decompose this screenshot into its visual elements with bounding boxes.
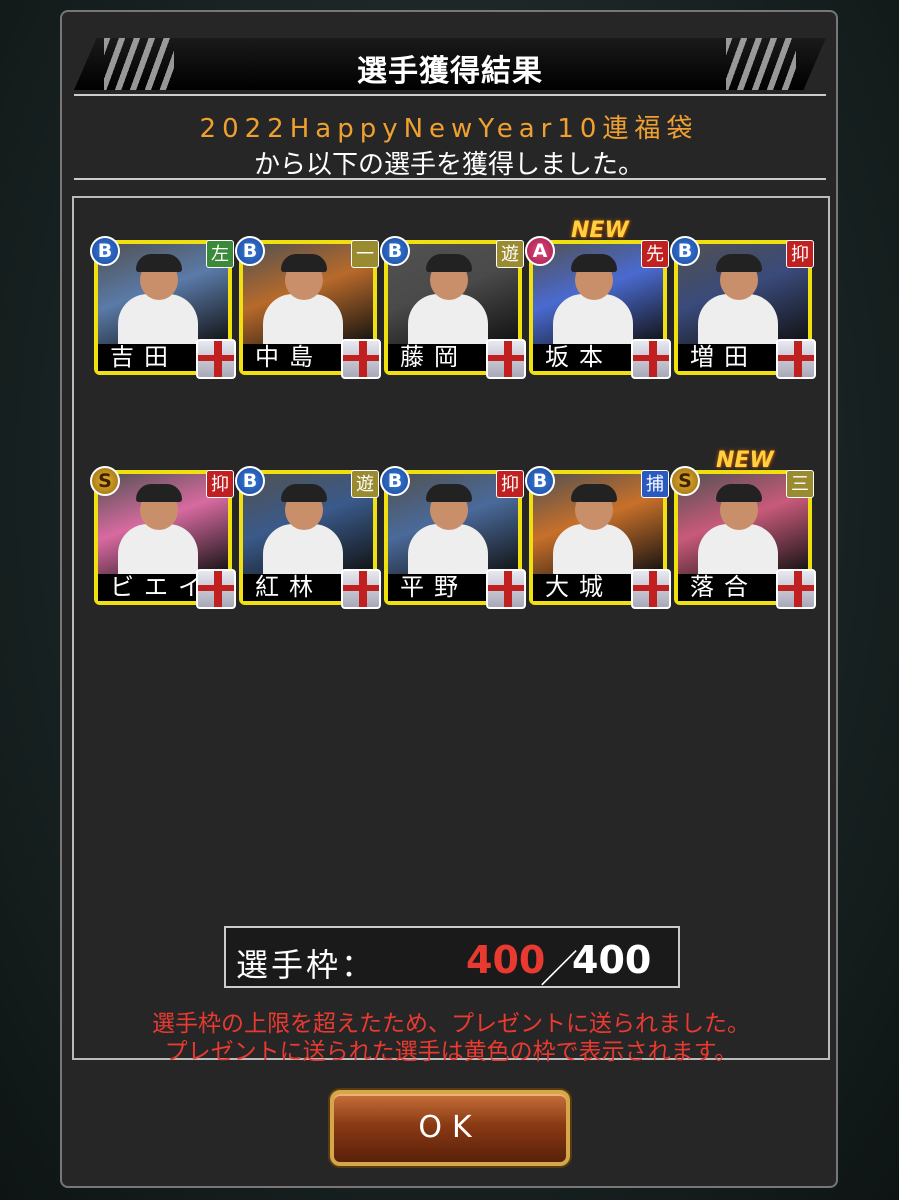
gift-box-icon xyxy=(486,569,526,609)
gift-box-icon xyxy=(631,569,671,609)
divider-bottom xyxy=(74,178,826,180)
player-cap xyxy=(136,484,182,502)
new-badge: NEW xyxy=(716,448,774,473)
player-cap xyxy=(281,254,327,272)
ok-button[interactable]: OK xyxy=(330,1090,570,1166)
player-grid: 吉田B左中島B一藤岡B遊坂本A先NEW増田B抑ビエイラS抑紅林B遊平野B抑大城B… xyxy=(90,218,816,609)
player-jersey xyxy=(263,294,343,344)
player-cap xyxy=(571,484,617,502)
rank-badge: S xyxy=(670,466,700,496)
position-badge: 抑 xyxy=(786,240,814,268)
player-jersey xyxy=(698,294,778,344)
gift-box-icon xyxy=(486,339,526,379)
rank-badge: A xyxy=(525,236,555,266)
slot-label: 選手枠： xyxy=(236,946,377,984)
gift-box-icon xyxy=(196,569,236,609)
position-badge: 三 xyxy=(786,470,814,498)
player-card[interactable]: 紅林 B 遊 xyxy=(235,466,381,609)
rank-badge: B xyxy=(235,236,265,266)
player-card[interactable]: 中島 B 一 xyxy=(235,236,381,379)
player-list-box: 吉田B左中島B一藤岡B遊坂本A先NEW増田B抑ビエイラS抑紅林B遊平野B抑大城B… xyxy=(72,196,830,1065)
player-cap xyxy=(136,254,182,272)
slot-max: 400 xyxy=(572,938,652,982)
position-badge: 捕 xyxy=(641,470,669,498)
position-badge: 左 xyxy=(206,240,234,268)
player-card[interactable]: 増田 B 抑 xyxy=(670,236,816,379)
player-card[interactable]: 大城 B 捕 xyxy=(525,466,671,609)
player-jersey xyxy=(118,524,198,574)
position-badge: 遊 xyxy=(351,470,379,498)
position-badge: 一 xyxy=(351,240,379,268)
gift-box-icon xyxy=(196,339,236,379)
gift-box-icon xyxy=(776,339,816,379)
player-jersey xyxy=(553,524,633,574)
gift-box-icon xyxy=(341,339,381,379)
warning-line-2: プレゼントに送られた選手は黄色の枠で表示されます。 xyxy=(164,1039,738,1065)
acquired-message: から以下の選手を獲得しました。 xyxy=(253,150,644,180)
player-card[interactable]: 坂本 A 先 NEW xyxy=(525,218,671,379)
position-badge: 遊 xyxy=(496,240,524,268)
rank-badge: S xyxy=(90,466,120,496)
player-card[interactable]: 平野 B 抑 xyxy=(380,466,526,609)
title-bar: 選手獲得結果 xyxy=(74,38,826,90)
gift-box-icon xyxy=(631,339,671,379)
divider-top xyxy=(74,94,826,96)
player-card[interactable]: 藤岡 B 遊 xyxy=(380,236,526,379)
position-badge: 先 xyxy=(641,240,669,268)
gift-box-icon xyxy=(776,569,816,609)
player-jersey xyxy=(408,294,488,344)
new-badge: NEW xyxy=(571,218,629,243)
rank-badge: B xyxy=(235,466,265,496)
rank-badge: B xyxy=(525,466,555,496)
gift-box-icon xyxy=(341,569,381,609)
player-jersey xyxy=(118,294,198,344)
rank-badge: B xyxy=(380,236,410,266)
position-badge: 抑 xyxy=(206,470,234,498)
player-cap xyxy=(426,254,472,272)
player-cap xyxy=(571,254,617,272)
event-name: 2022HappyNewYear10連福袋 xyxy=(199,114,699,144)
player-cap xyxy=(426,484,472,502)
dialog-title: 選手獲得結果 xyxy=(357,54,543,89)
player-jersey xyxy=(263,524,343,574)
player-cap xyxy=(716,254,762,272)
slot-current: 400 xyxy=(466,938,546,982)
position-badge: 抑 xyxy=(496,470,524,498)
result-dialog: 選手獲得結果 2022HappyNewYear10連福袋 から以下の選手を獲得し… xyxy=(60,10,838,1188)
rank-badge: B xyxy=(380,466,410,496)
player-slot-counter: 選手枠： 400 ／ 400 xyxy=(224,926,680,991)
player-jersey xyxy=(698,524,778,574)
player-card[interactable]: 落合 S 三 NEW xyxy=(670,448,816,609)
player-jersey xyxy=(553,294,633,344)
rank-badge: B xyxy=(90,236,120,266)
rank-badge: B xyxy=(670,236,700,266)
player-cap xyxy=(281,484,327,502)
player-jersey xyxy=(408,524,488,574)
player-card[interactable]: ビエイラS抑 xyxy=(90,466,236,609)
player-cap xyxy=(716,484,762,502)
player-card[interactable]: 吉田 B 左 xyxy=(90,236,236,379)
